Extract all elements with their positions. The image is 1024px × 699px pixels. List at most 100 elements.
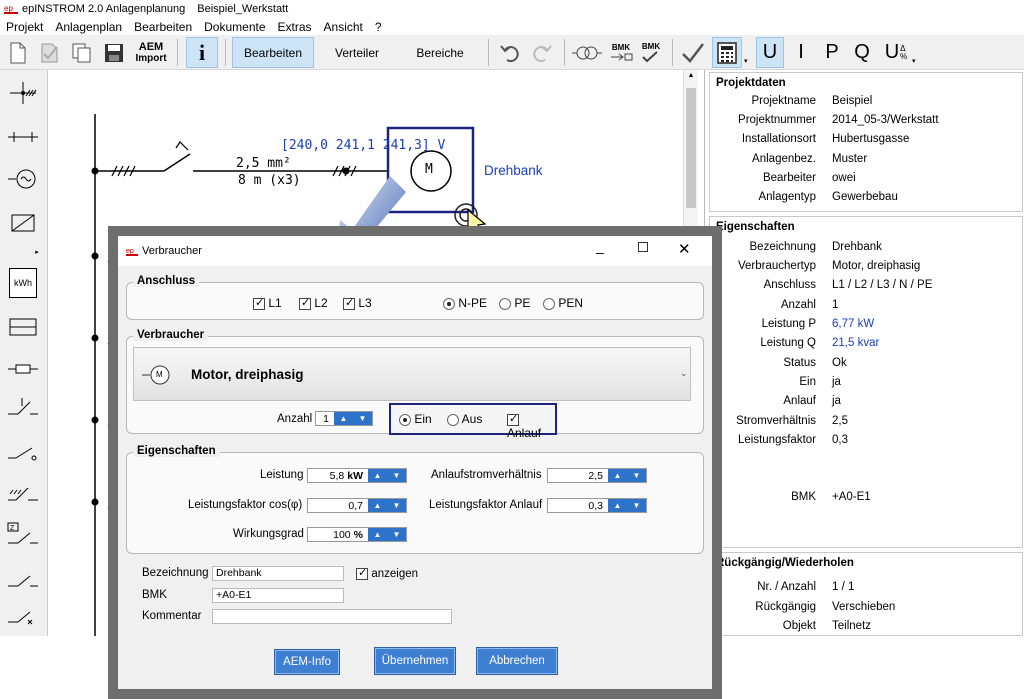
show-voltage-drop-button[interactable]: U Δ %: [878, 37, 914, 68]
undo-button[interactable]: [496, 37, 524, 68]
dropdown-caret-icon[interactable]: ▾: [912, 57, 916, 65]
menu-help[interactable]: ?: [375, 20, 382, 34]
l2-checkbox[interactable]: L2: [299, 296, 328, 310]
cosphi-spinner[interactable]: 0,7 ▲ ▼: [307, 498, 407, 513]
symbol-switch-2[interactable]: [4, 602, 42, 632]
spin-up-icon[interactable]: ▲: [374, 501, 382, 510]
palette-scroll-indicator[interactable]: ▸: [4, 248, 42, 256]
menu-ansicht[interactable]: Ansicht: [324, 20, 363, 34]
prop-key: Anzahl: [780, 299, 816, 311]
verbraucher-type-select[interactable]: M Motor, dreiphasig ⌄: [133, 347, 691, 401]
show-i-button[interactable]: I: [788, 37, 814, 68]
symbol-switch[interactable]: [4, 392, 42, 422]
menu-projekt[interactable]: Projekt: [6, 20, 43, 34]
uebernehmen-button[interactable]: Übernehmen: [374, 647, 456, 675]
menu-dokumente[interactable]: Dokumente: [204, 20, 265, 34]
symbol-contactor[interactable]: Z: [4, 520, 42, 550]
spin-down-icon[interactable]: ▼: [393, 530, 401, 539]
spin-up-icon[interactable]: ▲: [374, 530, 382, 539]
bmk-check-button[interactable]: BMK: [636, 37, 666, 68]
lf-anlauf-spinner[interactable]: 0,3 ▲ ▼: [547, 498, 647, 513]
copy-button[interactable]: [68, 37, 96, 68]
redo-button[interactable]: [528, 37, 556, 68]
symbol-transformer[interactable]: [4, 208, 42, 238]
check-button[interactable]: [678, 37, 708, 68]
abbrechen-button[interactable]: Abbrechen: [476, 647, 558, 675]
anzeigen-checkbox[interactable]: anzeigen: [356, 566, 418, 580]
symbol-meter[interactable]: kWh: [4, 266, 42, 300]
new-file-button[interactable]: [4, 37, 32, 68]
leistung-label: Leistung: [260, 469, 304, 481]
leistung-spinner[interactable]: 5,8 kW ▲ ▼: [307, 468, 407, 483]
l1-checkbox[interactable]: L1: [253, 296, 282, 310]
npe-radio[interactable]: N-PE: [443, 296, 487, 310]
contactor-icon: Z: [7, 522, 38, 544]
close-icon[interactable]: ✕: [678, 240, 691, 258]
pen-radio[interactable]: PEN: [543, 296, 583, 310]
prop-value: 2014_05-3/Werkstatt: [832, 114, 939, 126]
tab-bearbeiten[interactable]: Bearbeiten: [232, 37, 314, 68]
symbol-disconnector[interactable]: [4, 566, 42, 596]
scroll-thumb[interactable]: [686, 88, 696, 208]
aus-radio[interactable]: Aus: [447, 412, 482, 426]
prop-row: Leistung Q 21,5 kvar: [710, 337, 1024, 353]
pe-radio[interactable]: PE: [499, 296, 530, 310]
show-u-button[interactable]: U: [756, 37, 784, 68]
symbol-rcd[interactable]: [4, 478, 42, 508]
motor-symbol-letter: M: [156, 370, 163, 379]
anschluss-group: Anschluss L1 L2 L3 N-PE PE PEN: [126, 275, 704, 320]
prop-row: Objekt Teilnetz: [710, 620, 1024, 636]
maximize-icon[interactable]: [638, 242, 648, 252]
symbol-breaker[interactable]: [4, 438, 42, 468]
spin-up-icon[interactable]: ▲: [340, 414, 348, 423]
calculator-button[interactable]: [712, 37, 742, 68]
transformer-button[interactable]: [570, 37, 604, 68]
anlaufstrom-spinner[interactable]: 2,5 ▲ ▼: [547, 468, 647, 483]
save-button[interactable]: [100, 37, 128, 68]
symbol-busbar[interactable]: [4, 78, 42, 108]
info-button[interactable]: i: [186, 37, 218, 68]
dropdown-caret-icon[interactable]: ▾: [744, 57, 748, 65]
rcd-icon: [8, 487, 38, 501]
info-icon: i: [198, 39, 206, 65]
anzahl-spinner[interactable]: 1 ▲ ▼: [315, 411, 373, 426]
motor-name-label[interactable]: Drehbank: [484, 163, 543, 178]
tab-verteiler[interactable]: Verteiler: [318, 37, 396, 68]
spin-up-icon[interactable]: ▲: [614, 471, 622, 480]
aem-import-button[interactable]: AEM Import: [132, 37, 170, 68]
bmk-replace-button[interactable]: BMK: [606, 37, 636, 68]
kommentar-input[interactable]: [212, 609, 452, 624]
tab-bereiche[interactable]: Bereiche: [402, 37, 478, 68]
menu-extras[interactable]: Extras: [278, 20, 312, 34]
prop-key: Stromverhältnis: [736, 415, 816, 427]
ein-radio[interactable]: Ein: [399, 412, 432, 426]
minimize-icon[interactable]: –: [596, 244, 604, 260]
prop-value: Gewerbebau: [832, 191, 898, 203]
spin-down-icon[interactable]: ▼: [633, 501, 641, 510]
symbol-cable[interactable]: [4, 122, 42, 152]
l3-checkbox[interactable]: L3: [343, 296, 372, 310]
bezeichnung-input[interactable]: Drehbank: [212, 566, 344, 581]
chevron-down-icon: ⌄: [680, 368, 688, 378]
show-p-button[interactable]: P: [818, 37, 846, 68]
bmk-input[interactable]: +A0-E1: [212, 588, 344, 603]
aem-info-button[interactable]: AEM-Info: [274, 649, 340, 675]
show-q-button[interactable]: Q: [848, 37, 876, 68]
anlauf-checkbox[interactable]: Anlauf: [507, 412, 555, 440]
busbar-icon: [10, 82, 37, 104]
menu-bearbeiten[interactable]: Bearbeiten: [134, 20, 192, 34]
symbol-fuse-box[interactable]: [4, 312, 42, 342]
prop-key: Nr. / Anzahl: [757, 581, 816, 593]
symbol-generator[interactable]: [4, 164, 42, 194]
spin-up-icon[interactable]: ▲: [374, 471, 382, 480]
open-file-button[interactable]: [36, 37, 64, 68]
scroll-up-icon[interactable]: ▲: [686, 72, 696, 82]
spin-down-icon[interactable]: ▼: [393, 501, 401, 510]
spin-up-icon[interactable]: ▲: [614, 501, 622, 510]
spin-down-icon[interactable]: ▼: [359, 414, 367, 423]
spin-down-icon[interactable]: ▼: [393, 471, 401, 480]
spin-down-icon[interactable]: ▼: [633, 471, 641, 480]
symbol-fuse[interactable]: [4, 354, 42, 384]
menu-anlagenplan[interactable]: Anlagenplan: [55, 20, 122, 34]
wirkungsgrad-spinner[interactable]: 100% ▲ ▼: [307, 527, 407, 542]
